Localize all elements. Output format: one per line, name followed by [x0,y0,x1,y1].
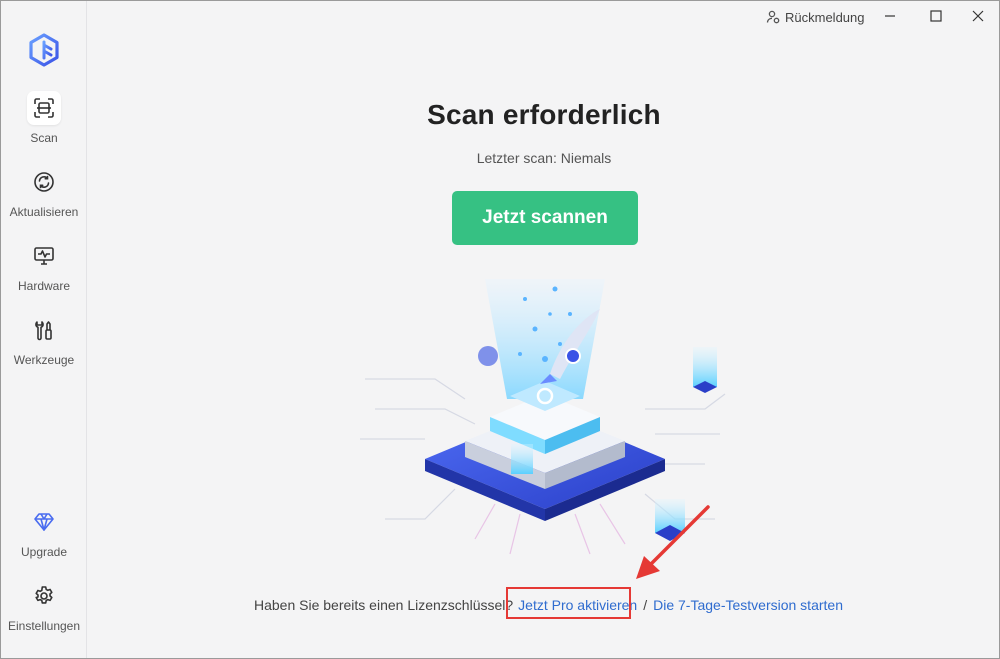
feedback-button[interactable]: Rückmeldung [766,7,865,27]
maximize-icon [930,10,942,22]
sidebar-item-update[interactable]: Aktualisieren [1,165,87,229]
sidebar-item-settings[interactable]: Einstellungen [1,579,87,643]
close-icon [972,10,984,22]
refresh-icon [27,165,61,199]
sidebar-item-label: Upgrade [20,545,68,559]
gear-icon [27,579,61,613]
main-panel: Rückmeldung Scan erforderlich Letzter sc… [88,1,1000,658]
annotation-arrow-icon [636,505,710,579]
close-button[interactable] [958,1,998,31]
minimize-icon [885,15,895,17]
sidebar-item-upgrade[interactable]: Upgrade [1,505,87,569]
sidebar: Scan Aktualisieren Hardware Werkzeuge Up… [1,1,87,658]
sidebar-item-tools[interactable]: Werkzeuge [1,313,87,377]
link-separator: / [643,597,648,613]
sidebar-item-hardware[interactable]: Hardware [1,239,87,303]
page-title: Scan erforderlich [427,99,661,130]
feedback-user-icon [766,10,780,24]
feedback-label: Rückmeldung [785,9,865,25]
app-window: Scan Aktualisieren Hardware Werkzeuge Up… [0,0,1000,659]
sidebar-item-label: Aktualisieren [9,205,79,219]
monitor-icon [27,239,61,273]
maximize-button[interactable] [916,1,956,31]
scan-icon [27,91,61,125]
minimize-button[interactable] [870,1,910,31]
annotation-highlight-box [506,587,631,619]
sidebar-item-label: Werkzeuge [13,353,75,367]
last-scan-text: Letzter scan: Niemals [476,150,612,166]
start-trial-link[interactable]: Die 7-Tage-Testversion starten [653,597,843,613]
sidebar-item-label: Hardware [17,279,71,293]
sidebar-item-scan[interactable]: Scan [1,91,87,155]
license-question: Haben Sie bereits einen Lizenzschlüssel? [254,597,514,613]
sidebar-item-label: Einstellungen [7,619,81,633]
scan-now-button[interactable]: Jetzt scannen [452,191,638,245]
diamond-icon [27,505,61,539]
tools-icon [27,313,61,347]
sidebar-item-label: Scan [30,131,58,145]
app-logo-icon [29,33,59,67]
